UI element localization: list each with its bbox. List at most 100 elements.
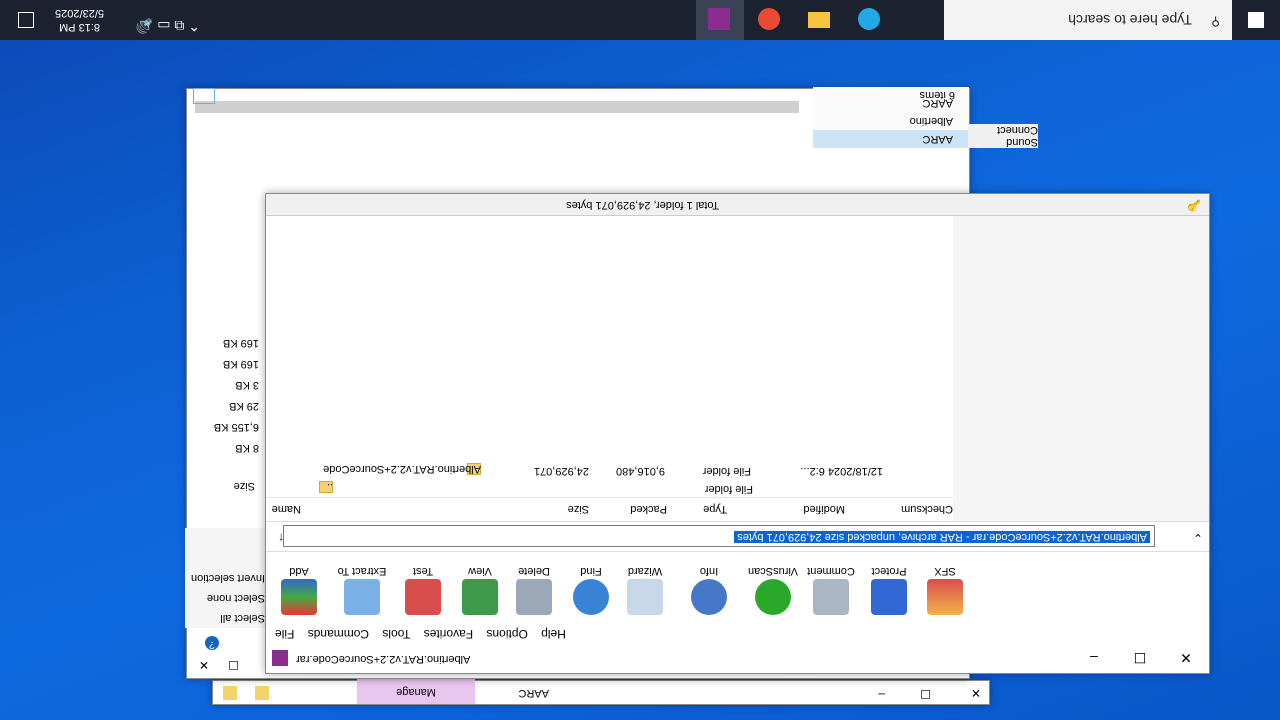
protect-button[interactable]: Protect bbox=[859, 565, 919, 619]
menu-tools[interactable]: Tools bbox=[377, 625, 415, 643]
winrar-window: ✕ ☐ – Albertino.RAT.v2.2+SourceCode.rar … bbox=[265, 193, 1210, 674]
address-input[interactable]: Albertino.RAT.v2.2+SourceCode.rar - RAR … bbox=[283, 525, 1155, 547]
menu-favorites[interactable]: Favorites bbox=[419, 625, 478, 643]
table-row[interactable]: 12/18/2024 6:2... File folder 9,016,480 … bbox=[266, 461, 953, 479]
wizard-button[interactable]: Wizard bbox=[615, 565, 675, 619]
tree-item-aarc[interactable]: AARC bbox=[813, 130, 969, 148]
comment-button[interactable]: Comment bbox=[801, 565, 861, 619]
find-button[interactable]: Find bbox=[561, 565, 621, 619]
key-icon: 🔑 bbox=[1187, 199, 1201, 211]
close-icon[interactable]: ✕ bbox=[199, 658, 209, 672]
winrar-taskbar-icon[interactable] bbox=[696, 0, 744, 40]
wand-icon bbox=[627, 579, 663, 615]
select-none[interactable]: Select none bbox=[185, 588, 269, 608]
explorer-titlebar: ✕ ☐ – AARC Manage bbox=[212, 679, 990, 705]
menu-options[interactable]: Options bbox=[481, 625, 532, 643]
col-packed[interactable]: Packed bbox=[630, 503, 667, 515]
col-size[interactable]: Size bbox=[568, 503, 589, 515]
list-item: 29 KB bbox=[229, 400, 259, 412]
clock[interactable]: 8:13 PM 5/23/2025 bbox=[55, 6, 104, 34]
up-arrow-icon[interactable]: ↑ bbox=[278, 531, 284, 545]
sfx-icon bbox=[927, 579, 963, 615]
test-icon bbox=[405, 579, 441, 615]
scrollbar[interactable] bbox=[195, 101, 799, 113]
connect-item[interactable]: Connect bbox=[968, 124, 1038, 136]
list-item: 6,155 KB bbox=[213, 421, 259, 433]
comment-icon bbox=[813, 579, 849, 615]
list-item: 169 KB bbox=[222, 358, 259, 370]
ribbon-selection: Select all Select none Invert selection bbox=[185, 528, 269, 628]
app-icon[interactable] bbox=[648, 0, 696, 40]
minimize-icon[interactable]: – bbox=[1071, 643, 1117, 673]
invert-selection[interactable]: Invert selection bbox=[185, 568, 269, 588]
info-icon bbox=[691, 579, 727, 615]
menu-commands[interactable]: Commands bbox=[303, 625, 374, 643]
magnifier-icon bbox=[573, 579, 609, 615]
explorer-address: AARC bbox=[518, 687, 549, 699]
virus-icon bbox=[755, 579, 791, 615]
sound-item[interactable]: Sound bbox=[968, 136, 1038, 148]
size-column-header[interactable]: Size bbox=[234, 480, 255, 492]
tree-item-albertino[interactable]: Albertino bbox=[813, 112, 969, 130]
archive-icon bbox=[281, 579, 317, 615]
close-icon[interactable]: ✕ bbox=[1163, 643, 1209, 673]
info-button[interactable]: Info bbox=[679, 565, 739, 619]
size-list: 8 KB 6,155 KB 29 KB 3 KB 169 KB 169 KB bbox=[214, 332, 259, 458]
maximize-icon[interactable]: ☐ bbox=[911, 685, 931, 701]
winrar-icon bbox=[272, 650, 288, 666]
time: 8:13 PM bbox=[59, 21, 101, 33]
task-view-icon[interactable] bbox=[896, 0, 944, 40]
virusscan-button[interactable]: VirusScan bbox=[743, 565, 803, 619]
dropdown-icon[interactable]: ⌄ bbox=[1187, 529, 1203, 545]
test-button[interactable]: Test bbox=[393, 565, 453, 619]
tree-pane bbox=[953, 214, 1209, 521]
details-view-icon[interactable] bbox=[193, 88, 215, 104]
sound-dialog-items: Sound Connect bbox=[968, 124, 1038, 148]
maximize-icon[interactable]: ☐ bbox=[228, 658, 239, 672]
select-all[interactable]: Select all bbox=[185, 608, 269, 628]
delete-button[interactable]: Delete bbox=[504, 565, 564, 619]
extract-to-button[interactable]: Extract To bbox=[332, 565, 392, 619]
help-icon[interactable]: ? bbox=[205, 636, 219, 650]
table-row[interactable]: File folder .. bbox=[266, 479, 953, 497]
status-bar: 🔑 Total 1 folder, 24,929,071 bytes bbox=[266, 194, 1209, 216]
notification-icon[interactable] bbox=[18, 12, 34, 28]
book-icon bbox=[462, 579, 498, 615]
taskbar: ⚲ Type here to search ⌃ ⧉ ▭ 🔊 8:13 PM 5/… bbox=[0, 0, 1280, 40]
winrar-titlebar: ✕ ☐ – Albertino.RAT.v2.2+SourceCode.rar bbox=[266, 643, 1209, 673]
search-box[interactable]: ⚲ Type here to search bbox=[944, 0, 1232, 40]
view-button[interactable]: View bbox=[450, 565, 510, 619]
col-checksum[interactable]: Checksum bbox=[901, 503, 953, 515]
sfx-button[interactable]: SFX bbox=[915, 565, 975, 619]
trash-icon bbox=[516, 579, 552, 615]
status-text: Total 1 folder, 24,929,071 bytes bbox=[566, 199, 719, 211]
address-bar: ⌄ Albertino.RAT.v2.2+SourceCode.rar - RA… bbox=[266, 521, 1209, 551]
list-item: 3 KB bbox=[235, 379, 259, 391]
search-icon: ⚲ bbox=[1211, 15, 1220, 29]
col-modified[interactable]: Modified bbox=[803, 503, 845, 515]
col-type[interactable]: Type bbox=[703, 503, 727, 515]
shield-icon bbox=[871, 579, 907, 615]
menubar: Help Options Favorites Tools Commands Fi… bbox=[266, 623, 1209, 643]
window-title: Albertino.RAT.v2.2+SourceCode.rar bbox=[296, 653, 471, 665]
windows-icon bbox=[1248, 12, 1264, 28]
tray-icons[interactable]: ⌃ ⧉ ▭ 🔊 bbox=[136, 17, 200, 34]
tab-manage[interactable]: Manage bbox=[357, 679, 475, 704]
col-name[interactable]: Name bbox=[272, 503, 301, 515]
column-headers: Checksum Modified Type Packed Size Name bbox=[266, 497, 953, 521]
start-button[interactable] bbox=[1232, 0, 1280, 40]
status-items: 6 items bbox=[919, 89, 955, 101]
maximize-icon[interactable]: ☐ bbox=[1117, 643, 1163, 673]
menu-help[interactable]: Help bbox=[536, 625, 571, 643]
file-explorer-icon[interactable] bbox=[796, 0, 844, 40]
chrome-icon[interactable] bbox=[746, 0, 794, 40]
menu-file[interactable]: File bbox=[270, 625, 299, 643]
desktop: ✕ ☐ – AARC Manage ✕ ☐ ? Select all Selec… bbox=[0, 0, 1280, 720]
folder-icon bbox=[255, 686, 269, 700]
edge-icon[interactable] bbox=[846, 0, 894, 40]
minimize-icon[interactable]: – bbox=[865, 686, 885, 702]
list-item: 8 KB bbox=[235, 442, 259, 454]
add-button[interactable]: Add bbox=[269, 565, 329, 619]
close-icon[interactable]: ✕ bbox=[961, 684, 981, 700]
extract-icon bbox=[344, 579, 380, 615]
